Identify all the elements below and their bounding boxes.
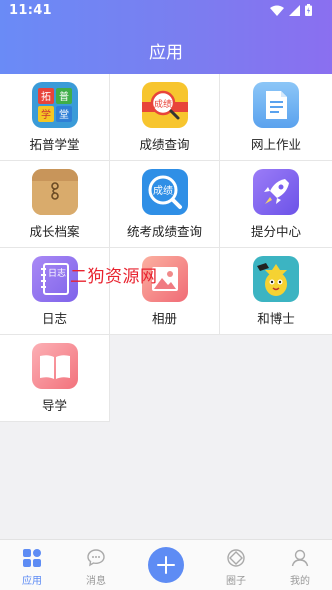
tab-messages[interactable]: 消息: [66, 540, 126, 590]
app-grid: 拓 普 学 堂 拓普学堂 成绩 成绩查询 网上作业 成长档案 成绩 统考成绩查询…: [0, 74, 332, 422]
app-label: 统考成绩查询: [126, 224, 202, 239]
app-score-center[interactable]: 提分中心: [220, 161, 332, 248]
app-label: 相册: [151, 311, 177, 326]
app-label: 和博士: [257, 311, 295, 326]
app-online-homework[interactable]: 网上作业: [220, 74, 332, 161]
tuopu-xuetang-icon: 拓 普 学 堂: [32, 82, 78, 128]
circle-icon: [227, 549, 245, 567]
page-title: 应用: [149, 43, 183, 63]
app-doctor-he[interactable]: 和博士: [220, 248, 332, 335]
app-row: 导学: [0, 335, 332, 422]
battery-icon: [305, 4, 312, 16]
app-label: 提分中心: [250, 224, 301, 239]
tab-apps[interactable]: 应用: [2, 540, 62, 590]
signal-icon: [289, 4, 300, 16]
doctor-he-icon: [253, 256, 299, 302]
header-bar: 11:41 应用: [0, 0, 332, 74]
tuopu-char: 学: [41, 108, 51, 121]
tuopu-char: 拓: [41, 91, 51, 103]
online-homework-icon: [253, 82, 299, 128]
app-label: 成绩查询: [139, 137, 190, 152]
app-row: 成长档案 成绩 统考成绩查询 提分中心: [0, 161, 332, 248]
person-icon: [291, 549, 309, 567]
app-label: 日志: [41, 311, 67, 326]
status-icons: [270, 4, 312, 16]
app-label: 拓普学堂: [29, 137, 80, 152]
app-guided-study[interactable]: 导学: [0, 335, 110, 422]
tuopu-char: 堂: [59, 109, 69, 121]
app-label: 导学: [41, 398, 67, 413]
rocket-icon: [253, 169, 299, 215]
grade-badge-text: 成绩: [154, 98, 172, 110]
exam-grade-query-icon: 成绩: [142, 169, 188, 215]
tab-circle[interactable]: 圈子: [206, 540, 266, 590]
status-time: 11:41: [9, 3, 52, 18]
app-row: 拓 普 学 堂 拓普学堂 成绩 成绩查询 网上作业: [0, 74, 332, 161]
tab-mine[interactable]: 我的: [270, 540, 330, 590]
wifi-icon: [270, 5, 284, 16]
status-bar: 11:41: [0, 0, 332, 24]
grade-query-icon: 成绩: [142, 82, 188, 128]
diary-text: 日志: [48, 267, 66, 279]
empty-cell: [220, 335, 332, 422]
app-grade-query[interactable]: 成绩 成绩查询: [110, 74, 220, 161]
app-label: 网上作业: [250, 137, 301, 152]
empty-cell: [110, 335, 220, 422]
app-tuopu-xuetang[interactable]: 拓 普 学 堂 拓普学堂: [0, 74, 110, 161]
app-growth-archive[interactable]: 成长档案: [0, 161, 110, 248]
watermark-text: 二狗资源网: [70, 267, 158, 287]
growth-archive-icon: [32, 169, 78, 215]
tab-label: 我的: [290, 576, 310, 587]
tab-label: 应用: [22, 576, 42, 587]
chat-bubble-icon: [87, 549, 105, 567]
app-row: 日志 日志 相册 和博士: [0, 248, 332, 335]
tuopu-char: 普: [59, 90, 69, 103]
open-book-icon: [32, 343, 78, 389]
app-exam-grade-query[interactable]: 成绩 统考成绩查询: [110, 161, 220, 248]
exam-badge-text: 成绩: [153, 184, 173, 197]
add-button[interactable]: [148, 547, 184, 583]
app-label: 成长档案: [29, 224, 80, 239]
apps-grid-icon: [23, 549, 41, 567]
tab-label: 圈子: [226, 576, 246, 587]
tab-label: 消息: [86, 576, 106, 587]
